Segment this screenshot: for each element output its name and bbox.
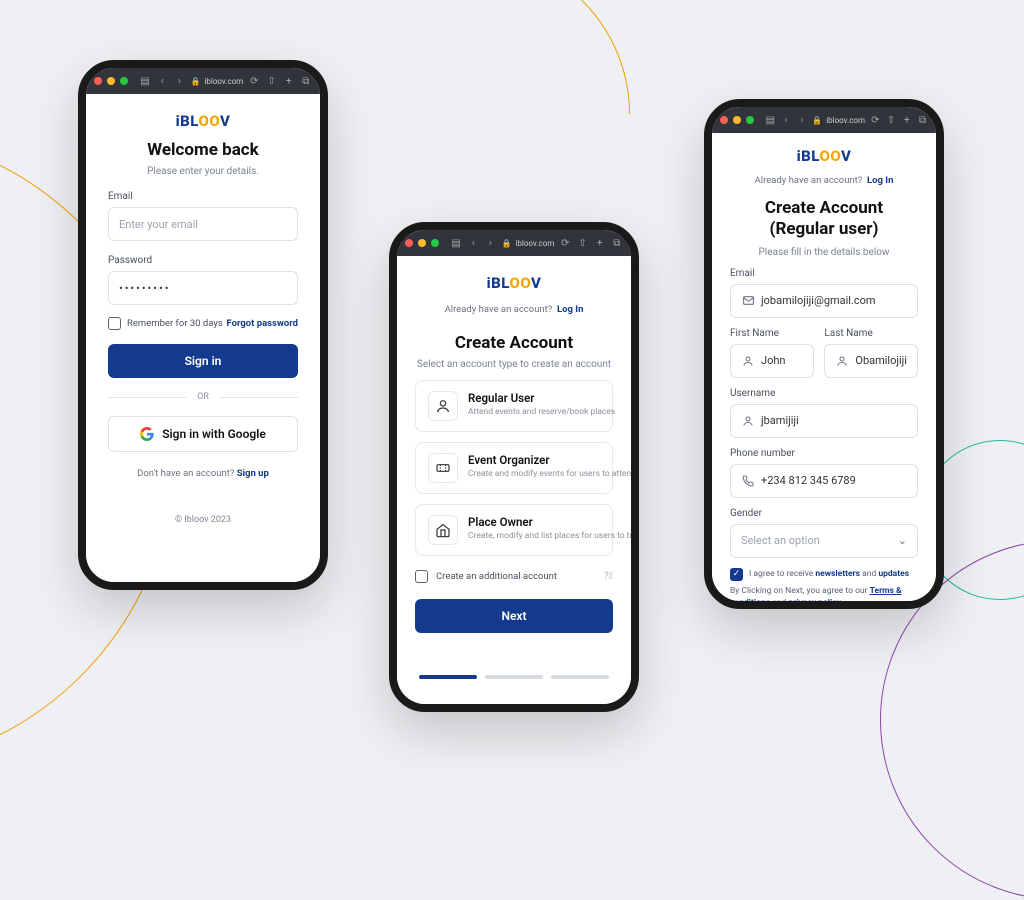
forward-icon[interactable]: › — [797, 115, 808, 126]
lock-icon: 🔒 — [812, 116, 822, 125]
window-controls[interactable] — [405, 239, 439, 247]
page-subtitle: Please enter your details. — [108, 166, 298, 177]
signup-prompt: Don't have an account? Sign up — [108, 468, 298, 479]
account-type-screen: ▤ ‹ › 🔒ibloov.com ⟳ ⇧ + ⧉ iBLOOV Already… — [389, 222, 639, 712]
phone-icon — [741, 474, 755, 488]
reload-icon[interactable]: ⟳ — [248, 76, 260, 87]
browser-toolbar: ▤ ‹ › 🔒ibloov.com ⟳ ⇧ + ⧉ — [712, 107, 936, 133]
lock-icon: 🔒 — [502, 239, 512, 248]
page-subtitle: Please fill in the details below — [730, 247, 918, 258]
mail-icon — [741, 294, 755, 308]
back-icon[interactable]: ‹ — [467, 238, 479, 249]
brand-logo: iBLOOV — [730, 147, 918, 165]
gender-label: Gender — [730, 508, 918, 519]
phone-label: Phone number — [730, 448, 918, 459]
forward-icon[interactable]: › — [173, 76, 185, 87]
brand-logo: iBLOOV — [108, 112, 298, 130]
share-icon[interactable]: ⇧ — [886, 115, 897, 126]
address-bar[interactable]: 🔒ibloov.com — [812, 116, 865, 125]
additional-account-checkbox[interactable]: Create an additional account ?⃝ — [415, 570, 613, 583]
lastname-input[interactable]: Obamilojiji — [824, 344, 918, 378]
lock-icon: 🔒 — [191, 77, 201, 86]
user-icon — [741, 354, 755, 368]
email-input[interactable]: jobamilojiji@gmail.com — [730, 284, 918, 318]
google-signin-button[interactable]: Sign in with Google — [108, 416, 298, 452]
brand-logo: iBLOOV — [415, 274, 613, 292]
page-title: Create Account — [415, 333, 613, 353]
google-icon — [140, 427, 154, 441]
sidebar-icon[interactable]: ▤ — [139, 76, 151, 87]
next-button[interactable]: Next — [415, 599, 613, 633]
sidebar-icon[interactable]: ▤ — [450, 238, 462, 249]
new-tab-icon[interactable]: + — [902, 115, 913, 126]
address-bar[interactable]: 🔒ibloov.com — [191, 77, 244, 86]
username-input[interactable]: jbamijiji — [730, 404, 918, 438]
home-icon — [428, 515, 458, 545]
password-label: Password — [108, 255, 298, 266]
checkbox-icon — [108, 317, 121, 330]
address-bar[interactable]: 🔒ibloov.com — [502, 239, 555, 248]
login-link[interactable]: Log In — [867, 175, 893, 186]
share-icon[interactable]: ⇧ — [576, 238, 588, 249]
forgot-password-link[interactable]: Forgot password — [226, 318, 298, 329]
remember-checkbox[interactable]: Remember for 30 days — [108, 317, 223, 330]
user-icon — [835, 354, 849, 368]
window-controls[interactable] — [720, 116, 754, 124]
page-title: Create Account(Regular user) — [730, 198, 918, 241]
share-icon[interactable]: ⇧ — [265, 76, 277, 87]
terms-text: By Clicking on Next, you agree to our Te… — [730, 585, 918, 610]
lastname-label: Last Name — [824, 328, 918, 339]
login-prompt: Already have an account? Log In — [730, 175, 918, 186]
user-icon — [428, 391, 458, 421]
page-subtitle: Select an account type to create an acco… — [415, 359, 613, 370]
option-place-owner[interactable]: Place Owner Create, modify and list plac… — [415, 504, 613, 556]
divider: OR — [108, 392, 298, 402]
password-input[interactable]: ••••••••• — [108, 271, 298, 305]
privacy-link[interactable]: privacy policy — [788, 598, 841, 608]
checkbox-icon — [730, 568, 743, 581]
new-tab-icon[interactable]: + — [594, 238, 606, 249]
gender-select[interactable]: Select an option ⌄ — [730, 524, 918, 558]
browser-toolbar: ▤ ‹ › 🔒ibloov.com ⟳ ⇧ + ⧉ — [397, 230, 631, 256]
back-icon[interactable]: ‹ — [156, 76, 168, 87]
email-input[interactable]: Enter your email — [108, 207, 298, 241]
page-title: Welcome back — [108, 140, 298, 160]
username-label: Username — [730, 388, 918, 399]
progress-indicator — [415, 675, 613, 679]
forward-icon[interactable]: › — [484, 238, 496, 249]
back-icon[interactable]: ‹ — [781, 115, 792, 126]
reload-icon[interactable]: ⟳ — [870, 115, 881, 126]
signup-link[interactable]: Sign up — [237, 468, 269, 479]
phone-input[interactable]: +234 812 345 6789 — [730, 464, 918, 498]
signin-screen: ▤ ‹ › 🔒ibloov.com ⟳ ⇧ + ⧉ iBLOOV Welcome… — [78, 60, 328, 590]
reload-icon[interactable]: ⟳ — [559, 238, 571, 249]
create-account-screen: ▤ ‹ › 🔒ibloov.com ⟳ ⇧ + ⧉ iBLOOV Already… — [704, 99, 944, 609]
window-controls[interactable] — [94, 77, 128, 85]
chevron-down-icon: ⌄ — [898, 534, 907, 547]
tabs-icon[interactable]: ⧉ — [917, 115, 928, 126]
browser-toolbar: ▤ ‹ › 🔒ibloov.com ⟳ ⇧ + ⧉ — [86, 68, 320, 94]
sidebar-icon[interactable]: ▤ — [765, 115, 776, 126]
firstname-input[interactable]: John — [730, 344, 814, 378]
copyright: © Ibloov 2023 — [108, 515, 298, 525]
new-tab-icon[interactable]: + — [283, 76, 295, 87]
firstname-label: First Name — [730, 328, 814, 339]
tabs-icon[interactable]: ⧉ — [611, 238, 623, 249]
newsletter-checkbox[interactable]: I agree to receive newsletters and updat… — [730, 568, 918, 581]
option-event-organizer[interactable]: Event Organizer Create and modify events… — [415, 442, 613, 494]
user-icon — [741, 414, 755, 428]
help-icon[interactable]: ?⃝ — [604, 571, 613, 582]
login-prompt: Already have an account? Log In — [415, 304, 613, 315]
login-link[interactable]: Log In — [557, 304, 583, 315]
option-regular-user[interactable]: Regular User Attend events and reserve/b… — [415, 380, 613, 432]
email-label: Email — [108, 191, 298, 202]
signin-button[interactable]: Sign in — [108, 344, 298, 378]
checkbox-icon — [415, 570, 428, 583]
ticket-icon — [428, 453, 458, 483]
email-label: Email — [730, 268, 918, 279]
tabs-icon[interactable]: ⧉ — [300, 76, 312, 87]
